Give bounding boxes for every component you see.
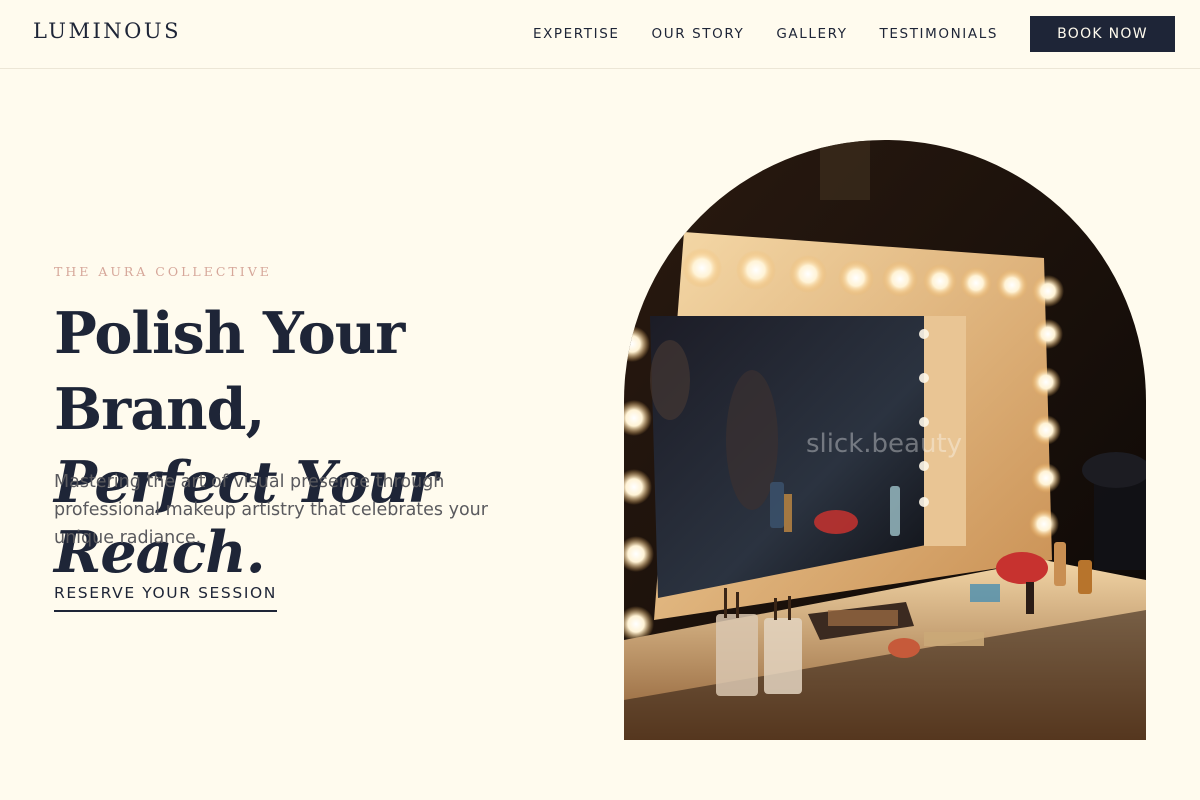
hero-image: slick.beauty [624,140,1146,740]
nav-link-testimonials[interactable]: TESTIMONIALS [880,26,998,42]
hero-subtitle: Mastering the art of visual presence thr… [54,472,488,548]
book-now-button[interactable]: BOOK NOW [1030,16,1175,52]
main-nav: EXPERTISE OUR STORY GALLERY TESTIMONIALS… [533,16,1175,52]
vanity-mirror-photo: slick.beauty [624,140,1146,740]
nav-link-expertise[interactable]: EXPERTISE [533,26,620,42]
nav-link-gallery[interactable]: GALLERY [776,26,847,42]
brand-logo[interactable]: LUMINOUS [33,19,181,43]
reserve-session-link[interactable]: RESERVE YOUR SESSION [54,584,277,612]
image-watermark: slick.beauty [806,429,962,459]
nav-link-our-story[interactable]: OUR STORY [652,26,745,42]
site-header: LUMINOUS EXPERTISE OUR STORY GALLERY TES… [0,0,1200,69]
hero-eyebrow: THE AURA COLLECTIVE [54,264,272,279]
headline-line-1: Polish Your Brand, [54,300,405,443]
